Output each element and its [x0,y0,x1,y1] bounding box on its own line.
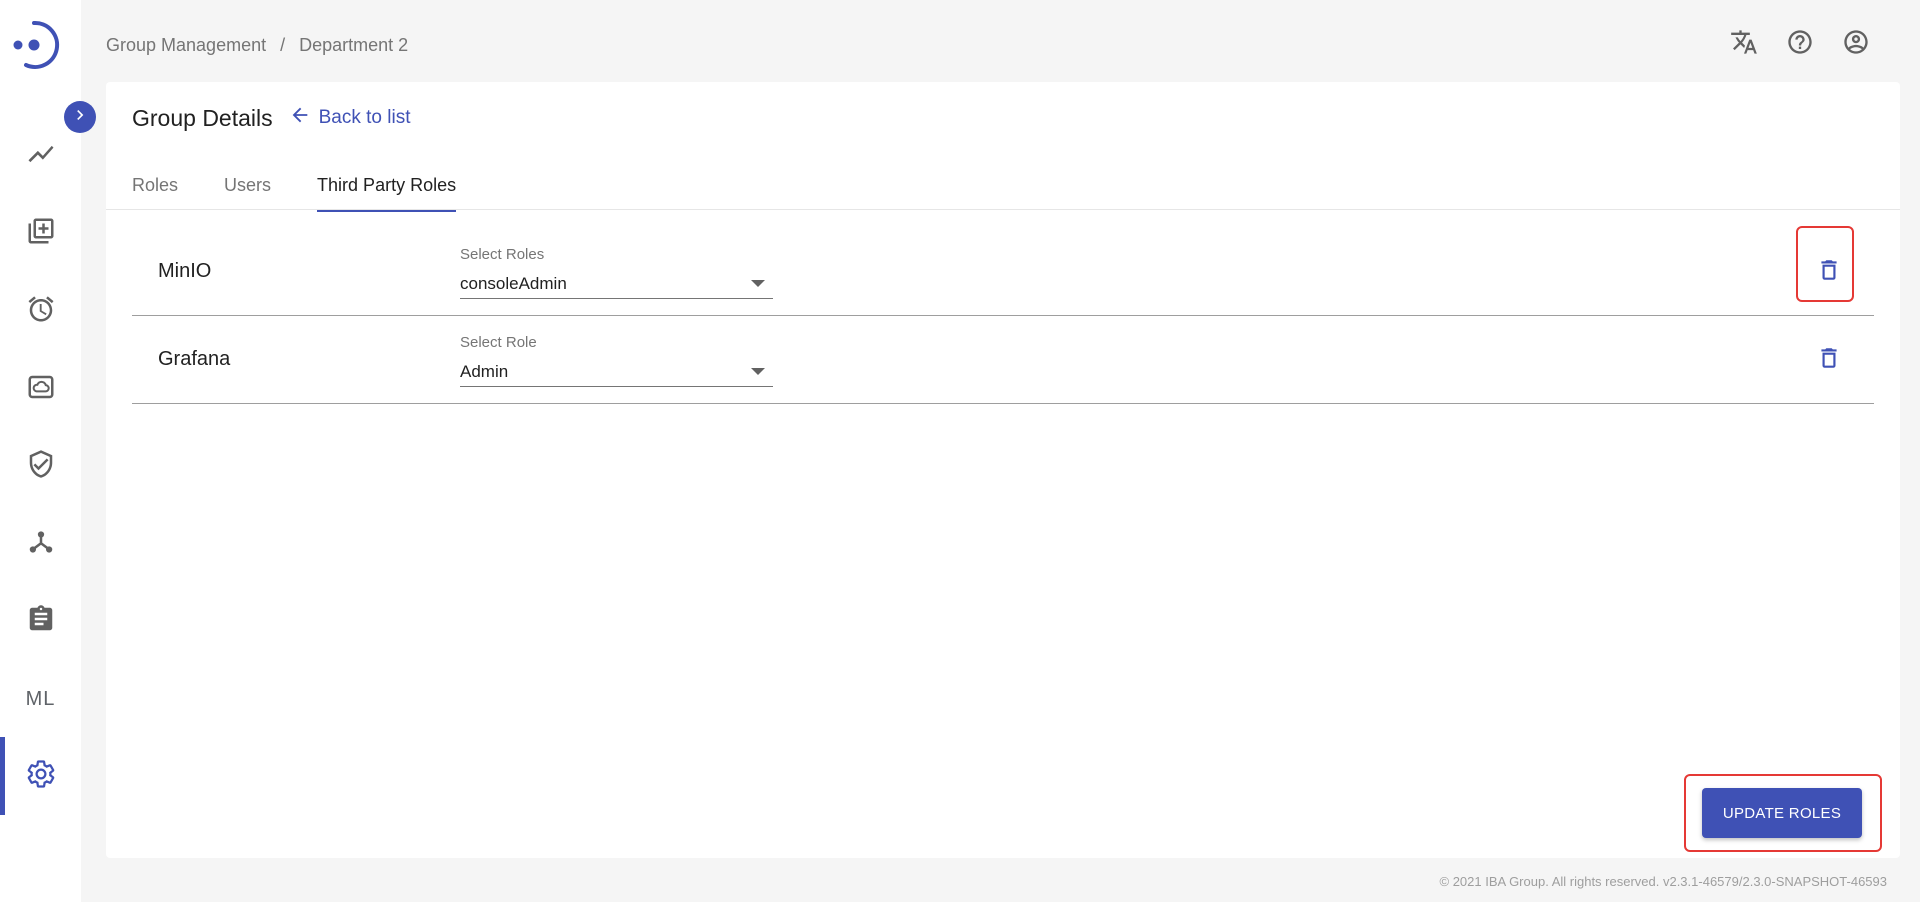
select-roles-minio[interactable]: Select Roles consoleAdmin [460,246,773,299]
delete-grafana-button[interactable] [1809,338,1849,382]
shield-check-icon [26,449,56,484]
account-icon[interactable] [1840,26,1872,58]
role-row-name: Grafana [158,348,231,370]
role-row-grafana: Grafana Select Role Admin [132,316,1874,404]
top-toolbar [1728,26,1872,58]
sidebar-item-library[interactable] [0,194,81,272]
help-icon[interactable] [1784,26,1816,58]
sidebar-item-reports[interactable] [0,582,81,660]
tab-bar: Roles Users Third Party Roles [132,164,502,212]
back-to-list-link[interactable]: Back to list [289,104,411,132]
trash-icon [1816,257,1842,288]
update-roles-button[interactable]: UPDATE ROLES [1702,788,1862,838]
tab-users[interactable]: Users [224,164,271,212]
delete-minio-button[interactable] [1809,250,1849,294]
tabs-divider [106,209,1900,210]
role-row-name: MinIO [158,260,212,282]
alarm-clock-icon [26,294,56,329]
sidebar-item-security[interactable] [0,427,81,505]
app-logo[interactable] [12,18,64,72]
sidebar-item-network[interactable] [0,505,81,583]
gear-icon [26,759,56,794]
card-header: Group Details Back to list [132,104,411,132]
sidebar-item-ml[interactable]: ML [0,660,81,738]
trash-icon [1816,345,1842,376]
dropdown-arrow-icon [751,368,765,375]
breadcrumb-separator: / [280,35,286,55]
breadcrumb-group-management[interactable]: Group Management [106,35,266,56]
cloud-storage-icon [26,372,56,407]
sidebar-item-settings[interactable] [0,737,81,815]
select-role-grafana[interactable]: Select Role Admin [460,334,773,387]
sidebar-expand-button[interactable] [64,101,96,133]
sidebar-item-scheduler[interactable] [0,272,81,350]
sidebar: ML [0,0,81,902]
select-field[interactable]: Admin [460,357,773,387]
back-to-list-label: Back to list [318,107,411,128]
translate-icon[interactable] [1728,26,1760,58]
select-field[interactable]: consoleAdmin [460,269,773,299]
arrow-left-icon [289,104,311,132]
select-label: Select Role [460,334,537,351]
select-label: Select Roles [460,246,545,263]
page-title: Group Details [132,104,273,131]
footer-copyright: © 2021 IBA Group. All rights reserved. v… [1439,874,1888,889]
dropdown-arrow-icon [751,280,765,287]
ml-text-icon: ML [25,687,56,710]
network-tree-icon [26,527,56,562]
select-value: Admin [460,361,509,381]
trend-line-icon [26,139,56,174]
clipboard-icon [26,604,56,639]
select-value: consoleAdmin [460,273,567,293]
tab-third-party-roles[interactable]: Third Party Roles [317,164,457,212]
tab-roles[interactable]: Roles [132,164,178,212]
add-library-icon [26,216,56,251]
breadcrumb-current: Department 2 [299,35,409,55]
sidebar-item-storage[interactable] [0,350,81,428]
breadcrumb: Group Management / Department 2 [106,35,408,56]
chevron-right-icon [70,105,90,130]
group-details-card: Group Details Back to list Roles Users T… [106,82,1900,858]
role-row-minio: MinIO Select Roles consoleAdmin [132,226,1874,316]
